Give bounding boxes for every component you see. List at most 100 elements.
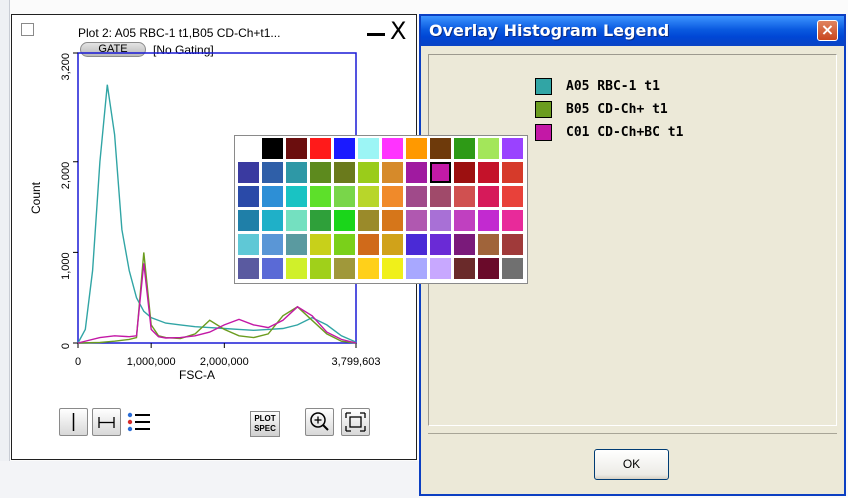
- y-tick-label: 2,000: [60, 162, 72, 190]
- palette-color-swatch[interactable]: [478, 186, 499, 207]
- palette-color-swatch[interactable]: [358, 186, 379, 207]
- palette-color-swatch[interactable]: [238, 258, 259, 279]
- palette-color-swatch[interactable]: [430, 186, 451, 207]
- y-axis-label: Count: [29, 181, 43, 214]
- palette-color-swatch[interactable]: [406, 186, 427, 207]
- palette-color-swatch[interactable]: [478, 234, 499, 255]
- palette-color-swatch[interactable]: [310, 234, 331, 255]
- palette-color-swatch[interactable]: [238, 186, 259, 207]
- legend-label: B05 CD-Ch+ t1: [566, 102, 668, 117]
- palette-color-swatch[interactable]: [382, 210, 403, 231]
- palette-color-swatch[interactable]: [478, 210, 499, 231]
- palette-color-swatch[interactable]: [286, 258, 307, 279]
- palette-color-swatch[interactable]: [478, 138, 499, 159]
- palette-color-swatch[interactable]: [478, 258, 499, 279]
- palette-color-swatch[interactable]: [430, 162, 451, 183]
- x-tick-label: 1,000,000: [127, 356, 176, 368]
- palette-color-swatch[interactable]: [238, 138, 259, 159]
- palette-color-swatch[interactable]: [262, 210, 283, 231]
- palette-color-swatch[interactable]: [406, 162, 427, 183]
- palette-color-swatch[interactable]: [382, 162, 403, 183]
- plot-spec-line-1: PLOT: [254, 414, 276, 423]
- palette-color-swatch[interactable]: [334, 258, 355, 279]
- palette-color-swatch[interactable]: [310, 258, 331, 279]
- palette-color-swatch[interactable]: [310, 138, 331, 159]
- palette-color-swatch[interactable]: [286, 186, 307, 207]
- palette-color-swatch[interactable]: [406, 210, 427, 231]
- palette-color-swatch[interactable]: [334, 210, 355, 231]
- palette-color-swatch[interactable]: [286, 162, 307, 183]
- palette-color-swatch[interactable]: [334, 138, 355, 159]
- minimize-button[interactable]: [367, 33, 385, 36]
- color-palette-popup: [234, 135, 528, 284]
- palette-color-swatch[interactable]: [382, 258, 403, 279]
- palette-color-swatch[interactable]: [262, 186, 283, 207]
- fit-to-window-button[interactable]: [341, 408, 370, 436]
- palette-color-swatch[interactable]: [502, 258, 523, 279]
- palette-color-swatch[interactable]: [454, 234, 475, 255]
- ok-button[interactable]: OK: [594, 449, 669, 480]
- palette-color-swatch[interactable]: [454, 138, 475, 159]
- palette-color-swatch[interactable]: [334, 162, 355, 183]
- palette-color-swatch[interactable]: [238, 234, 259, 255]
- palette-color-swatch[interactable]: [262, 162, 283, 183]
- palette-color-swatch[interactable]: [358, 162, 379, 183]
- palette-color-swatch[interactable]: [382, 138, 403, 159]
- palette-color-swatch[interactable]: [238, 162, 259, 183]
- palette-color-swatch[interactable]: [310, 210, 331, 231]
- palette-color-swatch[interactable]: [358, 258, 379, 279]
- palette-color-swatch[interactable]: [406, 258, 427, 279]
- overlay-list-button[interactable]: [124, 408, 154, 436]
- palette-color-swatch[interactable]: [286, 210, 307, 231]
- palette-color-swatch[interactable]: [430, 210, 451, 231]
- palette-color-swatch[interactable]: [310, 162, 331, 183]
- palette-color-swatch[interactable]: [502, 138, 523, 159]
- y-tick-label: 0: [60, 343, 72, 349]
- palette-color-swatch[interactable]: [502, 210, 523, 231]
- palette-color-swatch[interactable]: [262, 258, 283, 279]
- list-icon: [127, 412, 150, 432]
- plot-spec-button[interactable]: PLOT SPEC: [250, 411, 280, 437]
- palette-color-swatch[interactable]: [310, 186, 331, 207]
- palette-color-swatch[interactable]: [334, 234, 355, 255]
- palette-color-swatch[interactable]: [358, 210, 379, 231]
- palette-color-swatch[interactable]: [430, 234, 451, 255]
- palette-color-swatch[interactable]: [502, 234, 523, 255]
- palette-color-swatch[interactable]: [454, 162, 475, 183]
- y-tick-label: 1,000: [60, 252, 72, 280]
- palette-color-swatch[interactable]: [358, 138, 379, 159]
- palette-color-swatch[interactable]: [430, 138, 451, 159]
- vertical-gate-tool[interactable]: [59, 408, 88, 436]
- plot-select-checkbox[interactable]: [21, 23, 34, 36]
- palette-color-swatch[interactable]: [262, 234, 283, 255]
- x-tick-label: 0: [75, 356, 81, 368]
- palette-color-swatch[interactable]: [430, 258, 451, 279]
- plot-close-button[interactable]: X: [390, 19, 406, 43]
- palette-color-swatch[interactable]: [358, 234, 379, 255]
- palette-color-swatch[interactable]: [454, 186, 475, 207]
- palette-color-swatch[interactable]: [406, 138, 427, 159]
- legend-titlebar[interactable]: Overlay Histogram Legend ×: [421, 16, 844, 46]
- palette-color-swatch[interactable]: [502, 186, 523, 207]
- range-gate-tool[interactable]: [92, 408, 121, 436]
- palette-color-swatch[interactable]: [334, 186, 355, 207]
- palette-color-swatch[interactable]: [478, 162, 499, 183]
- palette-color-swatch[interactable]: [454, 210, 475, 231]
- palette-color-swatch[interactable]: [262, 138, 283, 159]
- zoom-in-button[interactable]: [305, 408, 334, 436]
- palette-color-swatch[interactable]: [286, 234, 307, 255]
- palette-color-swatch[interactable]: [286, 138, 307, 159]
- palette-color-swatch[interactable]: [238, 210, 259, 231]
- plot-title: Plot 2: A05 RBC-1 t1,B05 CD-Ch+t1...: [78, 26, 281, 40]
- legend-swatch[interactable]: [535, 101, 552, 118]
- palette-color-swatch[interactable]: [454, 258, 475, 279]
- legend-label: C01 CD-Ch+BC t1: [566, 125, 684, 140]
- palette-color-swatch[interactable]: [382, 186, 403, 207]
- legend-swatch[interactable]: [535, 78, 552, 95]
- zoom-in-icon: [310, 412, 329, 431]
- palette-color-swatch[interactable]: [382, 234, 403, 255]
- palette-color-swatch[interactable]: [406, 234, 427, 255]
- legend-swatch[interactable]: [535, 124, 552, 141]
- palette-color-swatch[interactable]: [502, 162, 523, 183]
- legend-close-button[interactable]: ×: [817, 20, 838, 41]
